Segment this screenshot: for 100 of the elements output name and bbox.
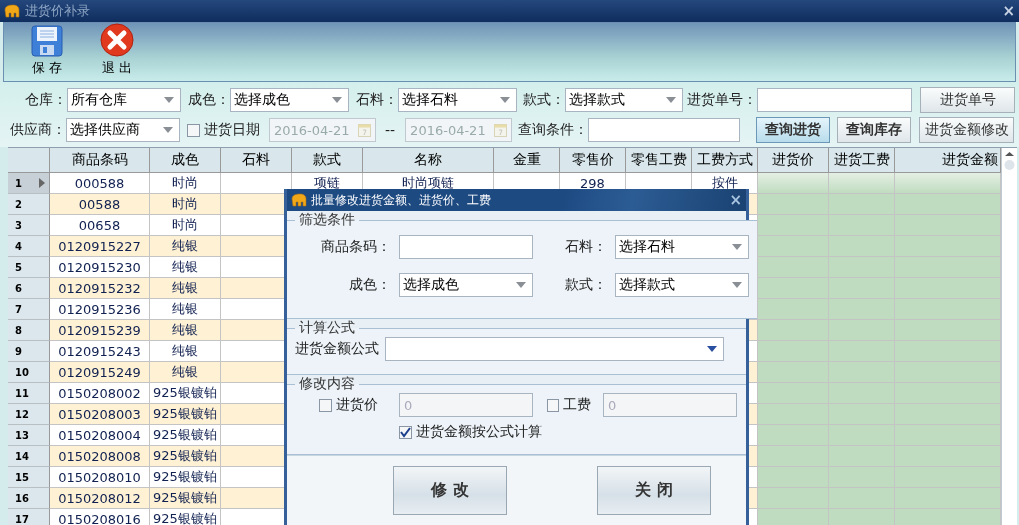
table-cell bbox=[829, 341, 895, 362]
checkbox[interactable]: 进货金额按公式计算 bbox=[399, 423, 738, 441]
row-number: 3 bbox=[15, 219, 22, 231]
query-button[interactable]: 进货单号 bbox=[920, 87, 1015, 113]
table-cell: 925银镀铂 bbox=[150, 425, 221, 446]
column-header[interactable]: 零售价 bbox=[560, 148, 626, 173]
table-cell: 0150208002 bbox=[50, 383, 150, 404]
table-cell bbox=[829, 299, 895, 320]
checkbox[interactable]: 进货价 bbox=[319, 396, 387, 414]
table-cell: 纯银 bbox=[150, 278, 221, 299]
formula-dropdown[interactable] bbox=[385, 337, 724, 361]
section-title: 修改内容 bbox=[298, 375, 356, 393]
row-header[interactable]: 15 bbox=[8, 467, 50, 488]
caret-icon bbox=[163, 127, 173, 133]
row-header[interactable]: 4 bbox=[8, 236, 50, 257]
row-header[interactable]: 11 bbox=[8, 383, 50, 404]
row-header[interactable]: 7 bbox=[8, 299, 50, 320]
table-cell bbox=[829, 194, 895, 215]
row-header[interactable]: 17 bbox=[8, 509, 50, 525]
input-field[interactable] bbox=[757, 88, 912, 112]
table-cell: 0150208016 bbox=[50, 509, 150, 525]
column-header[interactable]: 进货金额 bbox=[895, 148, 1001, 173]
field-label: 仓库： bbox=[25, 91, 67, 109]
field-label: 成色： bbox=[349, 276, 391, 294]
row-number: 6 bbox=[15, 282, 22, 294]
table-cell: 纯银 bbox=[150, 299, 221, 320]
field-label: 进货单号： bbox=[687, 91, 757, 109]
row-header[interactable]: 3 bbox=[8, 215, 50, 236]
input-field[interactable] bbox=[588, 118, 741, 142]
table-cell: 纯银 bbox=[150, 236, 221, 257]
scrollbar[interactable] bbox=[1001, 148, 1017, 525]
field-label: 商品条码： bbox=[321, 238, 391, 256]
caret-icon bbox=[500, 97, 510, 103]
table-cell bbox=[829, 320, 895, 341]
query-button[interactable]: 查询进货 bbox=[756, 117, 831, 143]
column-header[interactable]: 石料 bbox=[221, 148, 292, 173]
table-cell: 纯银 bbox=[150, 341, 221, 362]
row-number: 4 bbox=[15, 240, 22, 252]
row-header[interactable]: 14 bbox=[8, 446, 50, 467]
close-dialog-button[interactable]: 关 闭 bbox=[597, 466, 711, 515]
row-header[interactable]: 5 bbox=[8, 257, 50, 278]
table-cell: 0120915227 bbox=[50, 236, 150, 257]
table-cell bbox=[758, 173, 829, 194]
dropdown[interactable]: 选择石料 bbox=[615, 235, 749, 259]
column-header[interactable]: 零售工费 bbox=[626, 148, 692, 173]
column-header[interactable]: 进货工费 bbox=[829, 148, 895, 173]
query-button[interactable]: 查询库存 bbox=[837, 117, 912, 143]
checkbox[interactable]: 进货日期 bbox=[187, 121, 260, 139]
dropdown[interactable]: 选择成色 bbox=[230, 88, 349, 112]
row-number: 7 bbox=[15, 303, 22, 315]
row-number: 13 bbox=[15, 429, 29, 441]
field-label: 石料： bbox=[356, 91, 398, 109]
input-field[interactable] bbox=[399, 235, 533, 259]
table-cell bbox=[829, 467, 895, 488]
dropdown[interactable]: 选择供应商 bbox=[66, 118, 180, 142]
column-header[interactable]: 成色 bbox=[150, 148, 221, 173]
dropdown[interactable]: 选择款式 bbox=[565, 88, 683, 112]
column-header[interactable]: 款式 bbox=[292, 148, 363, 173]
modify-button[interactable]: 修 改 bbox=[393, 466, 507, 515]
row-header[interactable]: 12 bbox=[8, 404, 50, 425]
column-header[interactable]: 名称 bbox=[363, 148, 494, 173]
column-header[interactable]: 进货价 bbox=[758, 148, 829, 173]
row-header[interactable]: 6 bbox=[8, 278, 50, 299]
row-header[interactable]: 16 bbox=[8, 488, 50, 509]
table-cell: 0150208012 bbox=[50, 488, 150, 509]
row-number: 9 bbox=[15, 345, 22, 357]
exit-button[interactable]: 退 出 bbox=[92, 23, 142, 77]
row-header[interactable]: 8 bbox=[8, 320, 50, 341]
checkbox[interactable]: 工费 bbox=[547, 396, 591, 414]
dropdown[interactable]: 选择成色 bbox=[399, 273, 533, 297]
column-header[interactable]: 工费方式 bbox=[692, 148, 758, 173]
close-button[interactable]: × bbox=[1002, 3, 1015, 19]
close-button[interactable]: × bbox=[729, 192, 742, 208]
column-header[interactable]: 金重 bbox=[494, 148, 560, 173]
checkmark-icon bbox=[400, 426, 411, 438]
row-number: 8 bbox=[15, 324, 22, 336]
row-header[interactable]: 1 bbox=[8, 173, 50, 194]
row-header[interactable]: 9 bbox=[8, 341, 50, 362]
row-header[interactable]: 10 bbox=[8, 362, 50, 383]
range-separator: -- bbox=[385, 122, 396, 138]
row-header[interactable]: 13 bbox=[8, 425, 50, 446]
row-number: 2 bbox=[15, 198, 22, 210]
field-label: 供应商： bbox=[10, 121, 66, 139]
table-cell: 纯银 bbox=[150, 320, 221, 341]
table-cell: 925银镀铂 bbox=[150, 446, 221, 467]
field-label: 款式： bbox=[523, 91, 565, 109]
dropdown[interactable]: 选择款式 bbox=[615, 273, 749, 297]
table-cell: 时尚 bbox=[150, 215, 221, 236]
dialog-title: 批量修改进货金额、进货价、工费 bbox=[311, 191, 492, 209]
window-title: 进货价补录 bbox=[25, 2, 91, 20]
row-number: 10 bbox=[15, 366, 29, 378]
dropdown[interactable]: 选择石料 bbox=[398, 88, 517, 112]
row-header[interactable]: 2 bbox=[8, 194, 50, 215]
column-header[interactable]: 商品条码 bbox=[50, 148, 150, 173]
save-button[interactable]: 保 存 bbox=[22, 25, 72, 77]
dropdown[interactable]: 所有仓库 bbox=[67, 88, 181, 112]
table-cell bbox=[829, 404, 895, 425]
table-cell: 0120915230 bbox=[50, 257, 150, 278]
query-button[interactable]: 进货金额修改 bbox=[919, 117, 1015, 143]
row-number: 17 bbox=[15, 513, 29, 525]
